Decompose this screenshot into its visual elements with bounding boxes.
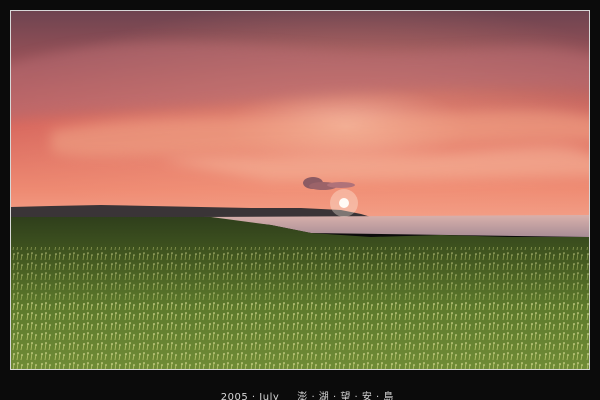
photo-frame: 2005 · July 澎 · 湖 · 望 · 安 · 島 [0,0,600,400]
caption-location: 澎 · 湖 · 望 · 安 · 島 [297,392,394,400]
sunset-photo [10,10,590,370]
grass-tufts-foreground [11,301,589,369]
sunset-scene [11,11,589,369]
sun-halo [330,189,358,217]
caption-date: 2005 · July [220,392,280,400]
photo-caption: 2005 · July 澎 · 湖 · 望 · 安 · 島 [0,374,600,400]
